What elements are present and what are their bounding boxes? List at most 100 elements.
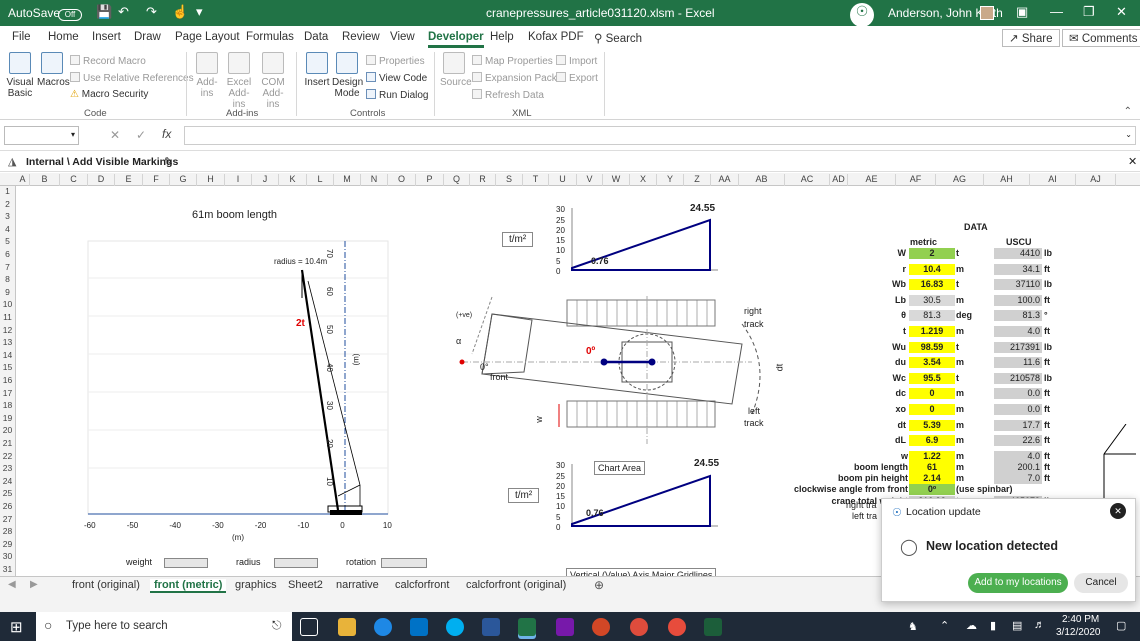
toast-close-icon[interactable]: ✕	[1110, 503, 1126, 519]
column-header[interactable]: AC	[785, 174, 830, 186]
column-header[interactable]: G	[170, 174, 197, 186]
column-header[interactable]: I	[225, 174, 252, 186]
sheet-tab-narrative[interactable]: narrative	[336, 579, 379, 591]
touch-mode-icon[interactable]: ☝	[172, 4, 188, 22]
run-dialog-button[interactable]: Run Dialog	[366, 89, 428, 101]
tab-review[interactable]: Review	[342, 31, 380, 43]
column-header[interactable]: X	[630, 174, 657, 186]
data-metric-value[interactable]: 2.14	[909, 473, 955, 485]
row-header[interactable]: 12	[0, 325, 15, 335]
close-icon[interactable]: ✕	[1116, 4, 1127, 22]
row-header[interactable]: 24	[0, 476, 15, 486]
row-header[interactable]: 21	[0, 438, 15, 448]
expand-formula-icon[interactable]: ⌄	[1125, 130, 1132, 139]
insert-function-icon[interactable]: fx	[162, 127, 171, 141]
column-header[interactable]: L	[307, 174, 334, 186]
save-icon[interactable]: 💾	[96, 4, 112, 22]
sheet-tab-sheet2[interactable]: Sheet2	[288, 579, 323, 591]
column-header[interactable]: AJ	[1076, 174, 1116, 186]
column-header[interactable]: AH	[984, 174, 1030, 186]
sheet-tab-front-original[interactable]: front (original)	[72, 579, 140, 591]
row-header[interactable]: 2	[0, 199, 15, 209]
expansion-packs-button[interactable]: Expansion Packs	[472, 72, 562, 84]
cortana-icon[interactable]: ☉	[850, 3, 874, 27]
name-box[interactable]: ▾	[4, 126, 79, 145]
column-header[interactable]: Z	[684, 174, 711, 186]
row-header[interactable]: 5	[0, 236, 15, 246]
collapse-ribbon-icon[interactable]: ⌃	[1124, 106, 1132, 117]
prev-sheet-icon[interactable]: ◀	[8, 579, 16, 590]
row-header[interactable]: 23	[0, 463, 15, 473]
tab-formulas[interactable]: Formulas	[246, 31, 294, 43]
close-bar-icon[interactable]: ✕	[1128, 155, 1137, 168]
column-header[interactable]: U	[549, 174, 577, 186]
relative-refs-button[interactable]: Use Relative References	[70, 72, 194, 84]
com-addins-button[interactable]: COM Add-ins	[258, 52, 288, 110]
outlook-icon[interactable]	[410, 618, 428, 636]
column-header[interactable]: W	[603, 174, 630, 186]
sensitivity-label[interactable]: Internal \ Add Visible Markings	[26, 156, 178, 168]
row-header[interactable]: 10	[0, 299, 15, 309]
microphone-icon[interactable]: ⎋	[272, 618, 282, 633]
tab-home[interactable]: Home	[48, 31, 79, 43]
notifications-icon[interactable]: ▢	[1116, 619, 1126, 632]
column-header[interactable]: P	[416, 174, 444, 186]
data-metric-value[interactable]: 1.219	[909, 326, 955, 337]
column-header[interactable]: D	[88, 174, 115, 186]
data-metric-value[interactable]: 81.3	[909, 310, 955, 322]
column-header[interactable]: S	[496, 174, 523, 186]
chevron-up-icon[interactable]: ⌃	[940, 619, 949, 632]
column-header[interactable]: C	[60, 174, 88, 186]
comments-button[interactable]: ✉ Comments	[1062, 29, 1140, 47]
data-metric-value[interactable]: 0	[909, 404, 955, 415]
record-macro-button[interactable]: Record Macro	[70, 55, 146, 67]
row-header[interactable]: 6	[0, 249, 15, 259]
tab-kofax-pdf[interactable]: Kofax PDF	[528, 31, 584, 43]
data-metric-value[interactable]: 1.22	[909, 450, 955, 462]
battery-icon[interactable]: ▮	[990, 619, 996, 632]
data-metric-value[interactable]: 5.39	[909, 419, 955, 431]
refresh-data-button[interactable]: Refresh Data	[472, 89, 544, 101]
onenote-icon[interactable]	[556, 618, 574, 636]
next-sheet-icon[interactable]: ▶	[30, 579, 38, 590]
addins-button[interactable]: Add-ins	[194, 52, 220, 99]
app-icon[interactable]	[668, 618, 686, 636]
row-header[interactable]: 4	[0, 224, 15, 234]
row-header[interactable]: 28	[0, 526, 15, 536]
column-header[interactable]: AI	[1030, 174, 1076, 186]
column-header[interactable]: AE	[848, 174, 896, 186]
view-code-button[interactable]: View Code	[366, 72, 427, 84]
macro-security-button[interactable]: ⚠ Macro Security	[70, 89, 148, 100]
toast-cancel-button[interactable]: Cancel	[1074, 573, 1128, 593]
enter-formula-icon[interactable]: ✓	[136, 128, 146, 142]
tab-file[interactable]: File	[12, 31, 31, 43]
minimize-icon[interactable]: —	[1050, 4, 1063, 22]
insert-control-button[interactable]: Insert	[304, 52, 330, 88]
undo-icon[interactable]: ↶	[118, 4, 129, 22]
excel-icon[interactable]	[518, 618, 536, 636]
data-metric-value[interactable]: 16.83	[909, 279, 955, 291]
pressure-bottom-chart[interactable]	[568, 464, 728, 530]
row-header[interactable]: 15	[0, 362, 15, 372]
tab-page-layout[interactable]: Page Layout	[175, 31, 240, 43]
clock-time[interactable]: 2:40 PM	[1062, 614, 1099, 625]
column-header[interactable]: H	[197, 174, 225, 186]
row-header[interactable]: 7	[0, 262, 15, 272]
column-header[interactable]: R	[470, 174, 496, 186]
app2-icon[interactable]	[704, 618, 722, 636]
data-metric-value[interactable]: 6.9	[909, 435, 955, 447]
design-mode-button[interactable]: Design Mode	[332, 52, 363, 99]
skype-icon[interactable]	[446, 618, 464, 636]
column-header[interactable]: N	[361, 174, 388, 186]
rotation-spinner[interactable]	[381, 558, 427, 568]
row-header[interactable]: 26	[0, 501, 15, 511]
column-header[interactable]: B	[30, 174, 60, 186]
volume-icon[interactable]: ♬	[1034, 619, 1045, 631]
column-header[interactable]: F	[143, 174, 170, 186]
powerpoint-icon[interactable]	[592, 618, 610, 636]
map-properties-button[interactable]: Map Properties	[472, 55, 553, 67]
network-icon[interactable]: ▤	[1012, 619, 1022, 632]
row-header[interactable]: 19	[0, 413, 15, 423]
data-metric-value[interactable]: 95.5	[909, 372, 955, 384]
tab-developer[interactable]: Developer	[428, 31, 484, 48]
